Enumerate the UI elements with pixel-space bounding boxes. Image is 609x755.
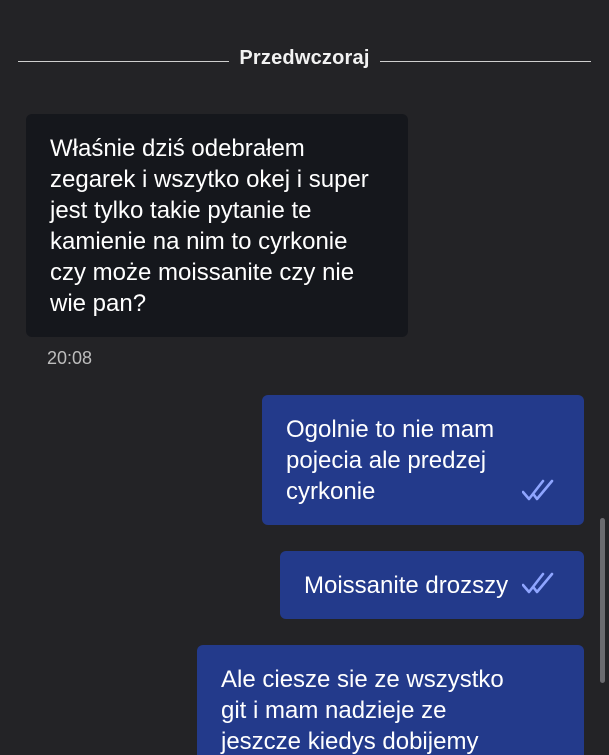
- message-line: git i mam nadzieje ze: [221, 697, 447, 724]
- message-line: wie pan?: [50, 290, 147, 317]
- double-check-icon: [522, 479, 554, 501]
- message-line: pojecia ale predzej: [286, 447, 487, 474]
- message-timestamp: 20:08: [47, 348, 93, 368]
- message-line: Ogolnie to nie mam: [286, 416, 495, 443]
- message-line: cyrkonie: [286, 478, 376, 505]
- message-line: Ale ciesze sie ze wszystko: [221, 666, 504, 693]
- message-line: kamienie na nim to cyrkonie: [50, 228, 348, 255]
- outgoing-message-bubble[interactable]: Ale ciesze sie ze wszystko git i mam nad…: [197, 645, 584, 755]
- outgoing-message-bubble[interactable]: Ogolnie to nie mam pojecia ale predzej c…: [262, 395, 584, 525]
- date-divider: Przedwczoraj: [18, 45, 592, 71]
- incoming-message-bubble[interactable]: Właśnie dziś odebrałem zegarek i wszytko…: [26, 114, 408, 337]
- message-line: Właśnie dziś odebrałem: [50, 135, 305, 162]
- date-divider-label: Przedwczoraj: [239, 46, 370, 69]
- message-line: czy może moissanite czy nie: [50, 259, 355, 286]
- outgoing-message-bubble[interactable]: Moissanite drozszy: [280, 551, 584, 619]
- message-line: jeszcze kiedys dobijemy: [221, 728, 479, 755]
- chat-screen: Przedwczoraj Właśnie dziś odebrałem zega…: [0, 0, 609, 755]
- message-line: zegarek i wszytko okej i super: [50, 166, 369, 193]
- divider-line-left: [18, 60, 230, 62]
- divider-line-right: [379, 60, 592, 62]
- double-check-icon: [522, 572, 554, 594]
- message-line: jest tylko takie pytanie te: [50, 197, 312, 224]
- scrollbar-thumb[interactable]: [600, 518, 605, 683]
